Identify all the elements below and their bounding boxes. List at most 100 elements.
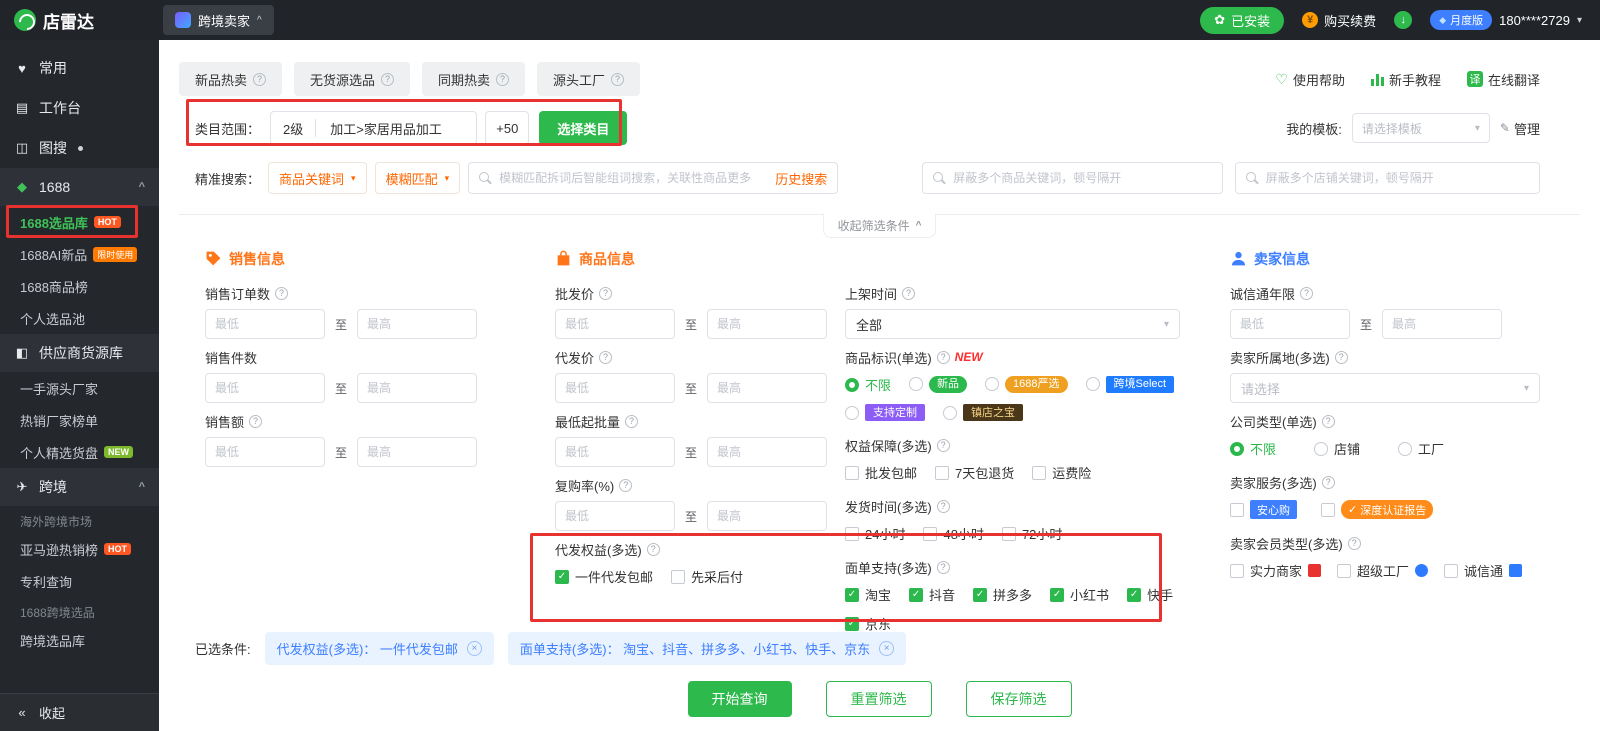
tag-option-crossborder-select[interactable]: 跨境Select: [1085, 375, 1175, 394]
sidebar-item-workbench[interactable]: ▤ 工作台: [0, 88, 159, 128]
block-products-input[interactable]: [953, 171, 1212, 185]
workspace-tab[interactable]: 跨境卖家 ^: [163, 5, 274, 35]
sidebar-item-amazon-rank[interactable]: 亚马逊热销榜 HOT: [0, 533, 159, 565]
min-input[interactable]: [555, 501, 675, 531]
max-input[interactable]: [707, 309, 828, 339]
option-strength-merchant[interactable]: 实力商家: [1230, 561, 1322, 580]
radio[interactable]: [1398, 441, 1413, 456]
selected-filter-chip-dropship[interactable]: 代发权益(多选)： 一件代发包邮 ×: [264, 632, 494, 665]
option-chengxintong[interactable]: 诚信通: [1444, 561, 1523, 580]
sidebar-item-1688-ai-new[interactable]: 1688AI新品 限时使用: [0, 238, 159, 270]
info-icon[interactable]: ?: [1321, 475, 1335, 489]
radio[interactable]: [985, 377, 1000, 392]
option-jingdong[interactable]: ✓ 京东: [845, 614, 891, 633]
template-select[interactable]: 请选择模板 ▾: [1351, 113, 1490, 143]
checkbox[interactable]: [1321, 502, 1335, 517]
info-icon[interactable]: ?: [496, 72, 510, 86]
max-input[interactable]: [357, 373, 478, 403]
sidebar-item-hot-factory-rank[interactable]: 热销厂家榜单: [0, 404, 159, 436]
checkbox-checked[interactable]: ✓: [973, 587, 988, 602]
sidebar-item-favorites[interactable]: ♥ 常用: [0, 48, 159, 88]
company-option-unlimited[interactable]: 不限: [1230, 439, 1276, 458]
info-icon[interactable]: ?: [936, 560, 950, 574]
checkbox-checked[interactable]: ✓: [1050, 587, 1065, 602]
sidebar-item-source-factory[interactable]: 一手源头厂家: [0, 372, 159, 404]
translate-link[interactable]: 译 在线翻译: [1466, 70, 1540, 89]
info-icon[interactable]: ?: [936, 350, 950, 364]
account-menu[interactable]: ◆ 月度版 180****2729 ▾: [1430, 10, 1582, 30]
manage-template-button[interactable]: ✎ 管理: [1500, 119, 1540, 138]
option-douyin[interactable]: ✓ 抖音: [909, 585, 955, 604]
close-icon[interactable]: ×: [466, 641, 482, 656]
start-query-button[interactable]: 开始查询: [687, 681, 792, 717]
option-deep-cert-report[interactable]: ✓ 深度认证报告: [1321, 500, 1434, 519]
option-shipping-insurance[interactable]: 运费险: [1032, 463, 1091, 482]
sidebar-group-1688[interactable]: ◆ 1688 ^: [0, 168, 159, 206]
option-24h[interactable]: 24小时: [845, 524, 905, 543]
info-icon[interactable]: ?: [599, 350, 613, 364]
max-input[interactable]: [707, 437, 828, 467]
option-super-factory[interactable]: 超级工厂: [1337, 561, 1429, 580]
sidebar-collapse-button[interactable]: « 收起: [0, 693, 159, 731]
checkbox[interactable]: [845, 465, 859, 480]
usage-help-link[interactable]: ♡ 使用帮助: [1275, 70, 1345, 89]
info-icon[interactable]: ?: [1321, 414, 1335, 428]
info-icon[interactable]: ?: [646, 542, 660, 556]
min-input[interactable]: [1230, 309, 1350, 339]
checkbox[interactable]: [1032, 465, 1047, 480]
option-pinduoduo[interactable]: ✓ 拼多多: [973, 585, 1032, 604]
checkbox[interactable]: [671, 569, 686, 584]
tag-option-new-product[interactable]: 新品: [909, 375, 968, 394]
min-input[interactable]: [205, 309, 325, 339]
sidebar-item-1688-rank[interactable]: 1688商品榜: [0, 270, 159, 302]
tag-option-1688-strict[interactable]: 1688严选: [985, 375, 1068, 394]
checkbox[interactable]: [923, 526, 938, 541]
info-icon[interactable]: ?: [1347, 536, 1361, 550]
history-search-button[interactable]: 历史搜索: [775, 169, 827, 188]
renew-button[interactable]: ¥ 购买续费: [1302, 11, 1376, 30]
option-anxingou[interactable]: 安心购: [1230, 500, 1297, 519]
info-icon[interactable]: ?: [381, 72, 395, 86]
download-icon[interactable]: ↓: [1394, 11, 1413, 29]
tutorial-link[interactable]: 新手教程: [1370, 70, 1441, 89]
sidebar-item-crossborder-pool[interactable]: 跨境选品库: [0, 624, 159, 656]
radio[interactable]: [943, 405, 957, 420]
tab-new-hot[interactable]: 新品热卖 ?: [179, 62, 283, 96]
company-option-factory[interactable]: 工厂: [1398, 439, 1444, 458]
sidebar-group-crossborder[interactable]: ✈ 跨境 ^: [0, 468, 159, 506]
max-input[interactable]: [357, 437, 478, 467]
option-wholesale-free-shipping[interactable]: 批发包邮: [845, 463, 917, 482]
info-icon[interactable]: ?: [619, 478, 633, 492]
option-kuaishou[interactable]: ✓ 快手: [1127, 585, 1173, 604]
select-category-button[interactable]: 选择类目: [539, 111, 628, 145]
radio[interactable]: [1085, 377, 1100, 392]
info-icon[interactable]: ?: [253, 72, 267, 86]
keyword-type-dropdown[interactable]: 商品关键词 ▾: [268, 162, 367, 194]
tag-option-customizable[interactable]: 支持定制: [845, 404, 925, 422]
max-input[interactable]: [1382, 309, 1503, 339]
option-pay-later[interactable]: 先采后付: [671, 567, 743, 586]
checkbox[interactable]: [845, 526, 859, 541]
min-input[interactable]: [555, 437, 675, 467]
checkbox[interactable]: [1230, 563, 1244, 578]
checkbox-checked[interactable]: ✓: [909, 587, 924, 602]
info-icon[interactable]: ?: [902, 286, 916, 300]
info-icon[interactable]: ?: [1300, 286, 1314, 300]
radio[interactable]: [1314, 441, 1329, 456]
min-input[interactable]: [555, 309, 675, 339]
option-free-shipping-dropship[interactable]: ✓ 一件代发包邮: [555, 567, 653, 586]
tag-option-shop-treasure[interactable]: 镇店之宝: [943, 404, 1023, 422]
radio-selected[interactable]: [1230, 441, 1244, 456]
option-taobao[interactable]: ✓ 淘宝: [845, 585, 891, 604]
sidebar-group-supplier[interactable]: ◧ 供应商货源库: [0, 334, 159, 372]
info-icon[interactable]: ?: [936, 438, 950, 452]
tab-same-period[interactable]: 同期热卖 ?: [422, 62, 526, 96]
max-input[interactable]: [707, 373, 828, 403]
sidebar-item-personal-pool[interactable]: 个人选品池: [0, 302, 159, 334]
max-input[interactable]: [357, 309, 478, 339]
info-icon[interactable]: ?: [625, 414, 639, 428]
option-72h[interactable]: 72小时: [1001, 524, 1062, 543]
sidebar-item-1688-pool[interactable]: 1688选品库 HOT: [0, 206, 159, 238]
shelf-time-select[interactable]: 全部 ▾: [845, 309, 1180, 339]
min-input[interactable]: [205, 437, 325, 467]
